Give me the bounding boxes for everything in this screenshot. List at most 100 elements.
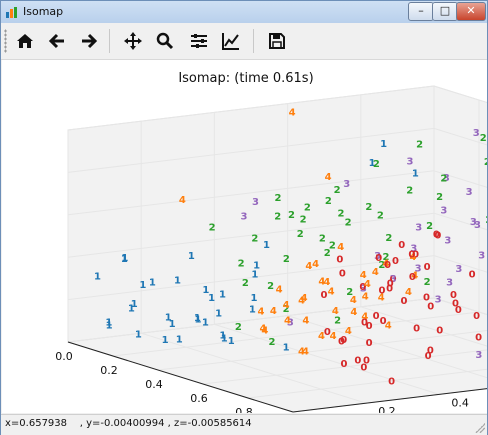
back-button[interactable]	[45, 29, 69, 53]
x-tick-label: 0.2	[100, 364, 118, 377]
data-point-digit-0: 0	[475, 333, 482, 344]
data-point-digit-3: 3	[475, 350, 482, 361]
data-point-digit-4: 4	[318, 277, 325, 288]
data-point-digit-1: 1	[380, 139, 387, 150]
data-point-digit-2: 2	[484, 157, 487, 168]
data-point-digit-3: 3	[435, 295, 442, 306]
data-point-digit-0: 0	[339, 269, 346, 280]
sliders-icon	[191, 34, 207, 48]
data-point-digit-0: 0	[379, 286, 386, 297]
data-point-digit-2: 2	[334, 185, 341, 196]
data-point-digit-3: 3	[407, 157, 414, 168]
data-point-digit-3: 3	[478, 250, 485, 261]
y-tick-label: 0.2	[378, 405, 396, 413]
x-tick-label: 0.8	[235, 406, 253, 413]
data-point-digit-0: 0	[398, 240, 405, 251]
x-tick-label: 0.0	[55, 350, 73, 363]
data-point-digit-3: 3	[343, 179, 350, 190]
data-point-digit-4: 4	[302, 316, 309, 327]
edit-axis-button[interactable]	[219, 29, 243, 53]
data-point-digit-1: 1	[219, 290, 226, 301]
data-point-digit-2: 2	[385, 233, 392, 244]
data-point-digit-2: 2	[242, 278, 249, 289]
data-point-digit-1: 1	[263, 240, 270, 251]
data-point-digit-2: 2	[304, 202, 311, 213]
data-point-digit-4: 4	[328, 286, 335, 297]
zoom-button[interactable]	[153, 29, 177, 53]
data-point-digit-0: 0	[366, 338, 373, 349]
chart-title: Isomap: (time 0.61s)	[178, 71, 313, 86]
data-point-digit-1: 1	[283, 342, 290, 353]
data-point-digit-0: 0	[361, 317, 368, 328]
forward-button[interactable]	[77, 29, 101, 53]
data-point-digit-0: 0	[473, 311, 480, 322]
title-bar[interactable]: Isomap – □ ✕	[1, 1, 487, 23]
data-point-digit-1: 1	[121, 253, 128, 264]
isomap-3d-scatter[interactable]: 2333132333123233123333232332332233334223…	[2, 60, 488, 433]
status-bar: x=0.657938 , y=-0.00400994 , z=-0.005856…	[1, 414, 487, 435]
toolbar-grip-handle[interactable]	[4, 29, 7, 53]
figure-canvas[interactable]: 2333132333123233123333232332332233334223…	[2, 60, 488, 433]
toolbar-separator	[253, 29, 254, 53]
save-button[interactable]	[265, 29, 289, 53]
data-point-digit-2: 2	[283, 254, 290, 265]
subplots-button[interactable]	[187, 29, 211, 53]
data-point-digit-1: 1	[202, 317, 209, 328]
data-point-digit-1: 1	[188, 251, 195, 262]
data-point-digit-2: 2	[274, 212, 281, 223]
data-point-digit-0: 0	[360, 363, 367, 374]
data-point-digit-3: 3	[444, 236, 451, 247]
data-point-digit-3: 3	[474, 220, 481, 231]
data-point-digit-3: 3	[241, 212, 248, 223]
minimize-button[interactable]: –	[408, 2, 434, 21]
data-point-digit-2: 2	[251, 234, 258, 245]
data-point-digit-1: 1	[202, 285, 209, 296]
window-title: Isomap	[23, 5, 64, 18]
data-point-digit-3: 3	[440, 205, 447, 216]
line-chart-icon	[222, 33, 239, 50]
move-icon	[124, 32, 142, 50]
data-point-digit-4: 4	[283, 300, 290, 311]
data-point-digit-1: 1	[105, 318, 112, 329]
resize-grip[interactable]	[475, 423, 485, 433]
data-point-digit-1: 1	[174, 276, 181, 287]
data-point-digit-4: 4	[289, 108, 296, 119]
data-point-digit-2: 2	[325, 196, 332, 207]
data-point-digit-4: 4	[284, 316, 291, 327]
data-point-digit-1: 1	[194, 313, 201, 324]
data-point-digit-2: 2	[373, 159, 380, 170]
data-point-digit-2: 2	[324, 248, 331, 259]
data-point-digit-4: 4	[350, 307, 357, 318]
data-point-digit-0: 0	[469, 270, 476, 281]
data-point-digit-2: 2	[485, 215, 487, 226]
data-point-digit-1: 1	[176, 334, 183, 345]
close-button[interactable]: ✕	[456, 2, 486, 21]
data-point-digit-0: 0	[413, 324, 420, 335]
data-point-digit-0: 0	[427, 302, 434, 313]
data-point-digit-2: 2	[275, 193, 282, 204]
data-point-digit-0: 0	[386, 283, 393, 294]
home-button[interactable]	[13, 29, 37, 53]
app-icon	[6, 7, 17, 18]
data-point-digit-4: 4	[179, 195, 186, 206]
data-point-digit-2: 2	[300, 214, 307, 225]
data-point-digit-2: 2	[406, 186, 413, 197]
maximize-button[interactable]: □	[432, 2, 458, 21]
data-point-digit-1: 1	[128, 303, 135, 314]
data-point-digit-2: 2	[269, 337, 276, 348]
data-point-digit-1: 1	[169, 319, 176, 330]
data-point-digit-4: 4	[372, 267, 379, 278]
pan-button[interactable]	[121, 29, 145, 53]
data-point-digit-2: 2	[377, 211, 384, 222]
data-point-digit-0: 0	[425, 351, 432, 362]
data-point-digit-0: 0	[380, 316, 387, 327]
data-point-digit-1: 1	[228, 336, 235, 347]
x-tick-label: 0.6	[190, 392, 208, 405]
data-point-digit-0: 0	[409, 272, 416, 283]
data-point-digit-2: 2	[288, 210, 295, 221]
data-point-digit-0: 0	[452, 299, 459, 310]
data-point-digit-2: 2	[365, 202, 372, 213]
data-point-digit-3: 3	[466, 187, 473, 198]
data-point-digit-2: 2	[319, 233, 326, 244]
data-point-digit-2: 2	[267, 281, 274, 292]
